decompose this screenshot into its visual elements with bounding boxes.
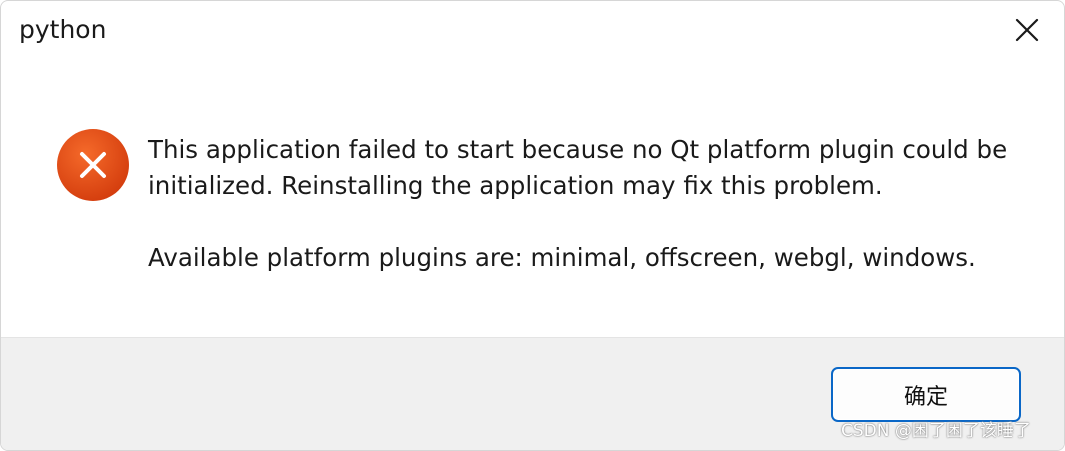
window-title: python (19, 15, 107, 44)
error-icon (57, 129, 129, 201)
error-message: This application failed to start because… (148, 132, 1028, 276)
message-area: This application failed to start because… (1, 65, 1064, 337)
available-plugins-text: Available platform plugins are: minimal,… (148, 243, 976, 272)
message-line-2: initialized. Reinstalling the applicatio… (148, 171, 883, 200)
ok-button[interactable]: 确定 (831, 367, 1021, 422)
watermark: CSDN @困了困了该睡了 (841, 421, 1031, 441)
close-button[interactable] (998, 7, 1056, 53)
error-dialog: python This application failed to start … (0, 0, 1065, 451)
close-icon (1015, 18, 1039, 42)
message-line-1: This application failed to start because… (148, 135, 1008, 164)
title-bar: python (1, 1, 1064, 65)
